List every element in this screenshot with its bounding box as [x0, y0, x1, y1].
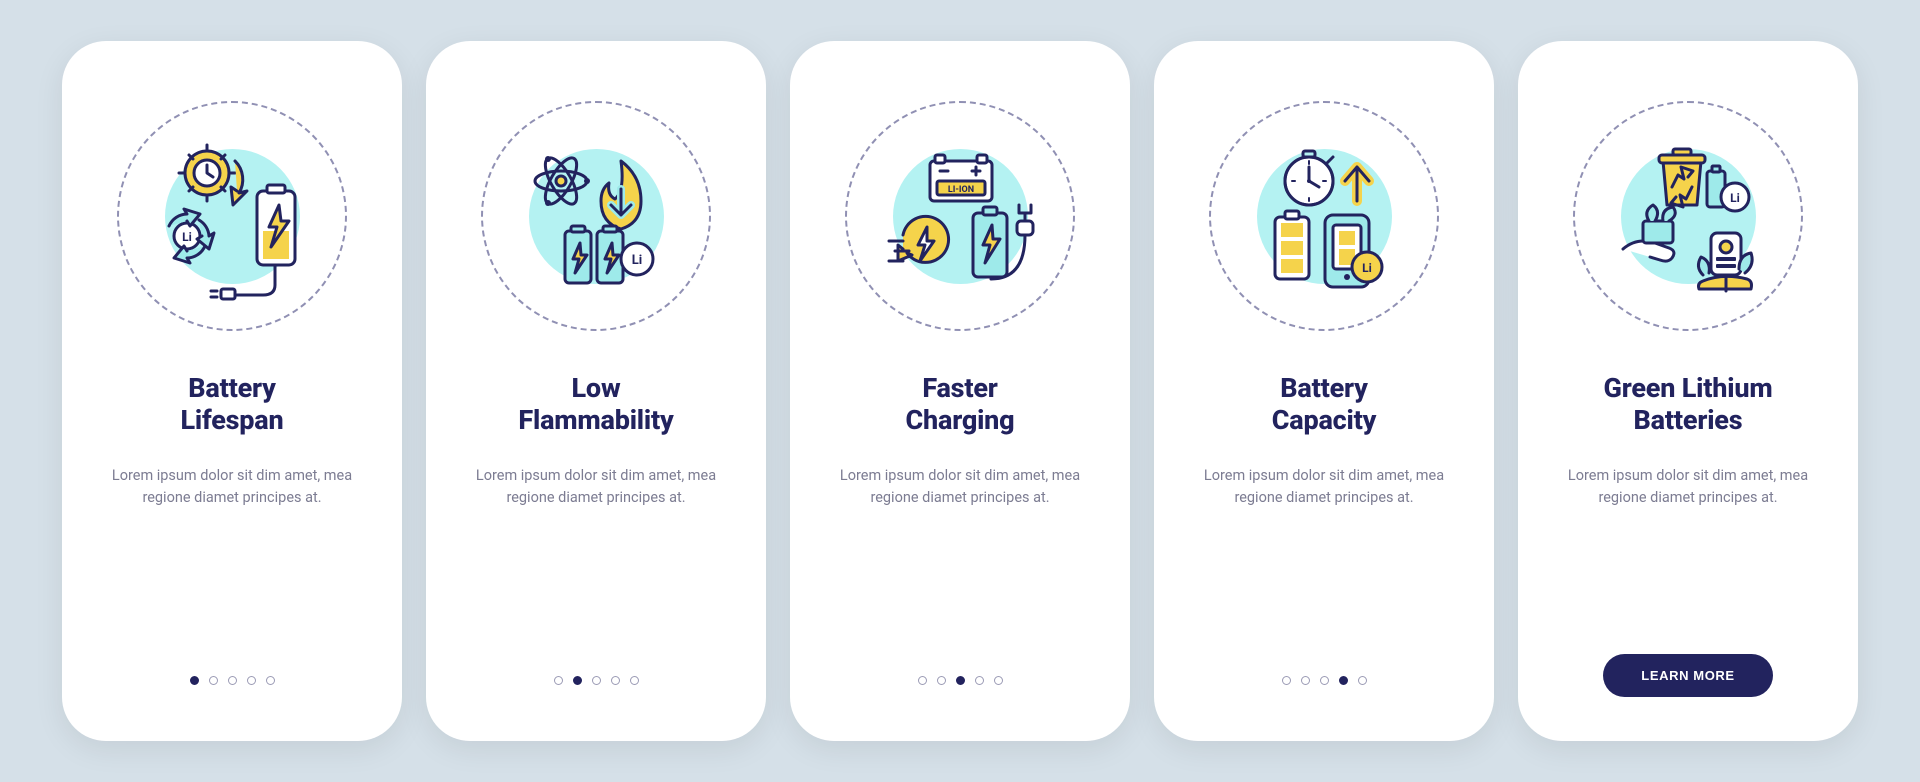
dot[interactable] [228, 676, 237, 685]
onboarding-card: Li Green Lithi [1518, 41, 1858, 741]
card-description: Lorem ipsum dolor sit dim amet, mea regi… [102, 465, 362, 510]
dot[interactable] [994, 676, 1003, 685]
title-line2: Batteries [1634, 404, 1743, 436]
battery-lifespan-icon: Li [147, 131, 317, 301]
svg-text:Li: Li [1362, 261, 1372, 275]
learn-more-button[interactable]: LEARN MORE [1603, 654, 1772, 697]
dot[interactable] [1282, 676, 1291, 685]
title-line1: Battery [1280, 372, 1368, 404]
title-line2: Charging [906, 404, 1015, 436]
dot[interactable] [918, 676, 927, 685]
green-lithium-icon: Li [1603, 131, 1773, 301]
dot[interactable] [247, 676, 256, 685]
svg-text:LI-ION: LI-ION [948, 185, 974, 195]
dot[interactable] [630, 676, 639, 685]
dot[interactable] [266, 676, 275, 685]
card-title: Low Flammability [518, 373, 673, 437]
dot[interactable] [592, 676, 601, 685]
title-line1: Low [572, 372, 621, 404]
dot[interactable] [209, 676, 218, 685]
dot[interactable] [1320, 676, 1329, 685]
battery-capacity-icon: Li [1239, 131, 1409, 301]
card-title: Battery Lifespan [180, 373, 283, 437]
title-line1: Battery [188, 372, 276, 404]
illustration-wrap: Li [117, 101, 347, 331]
card-description: Lorem ipsum dolor sit dim amet, mea regi… [1194, 465, 1454, 510]
card-description: Lorem ipsum dolor sit dim amet, mea regi… [1558, 465, 1818, 510]
low-flammability-icon: Li [511, 131, 681, 301]
card-title: Battery Capacity [1272, 373, 1376, 437]
onboarding-card: Li Battery Capacity Lorem ipsum dolor si… [1154, 41, 1494, 741]
svg-text:Li: Li [632, 253, 642, 268]
card-title: Green Lithium Batteries [1604, 373, 1773, 437]
dot[interactable] [956, 676, 965, 685]
svg-text:Li: Li [182, 230, 192, 244]
dot[interactable] [611, 676, 620, 685]
onboarding-card: LI-ION [790, 41, 1130, 741]
title-line2: Capacity [1272, 404, 1376, 436]
dot[interactable] [937, 676, 946, 685]
illustration-wrap: LI-ION [845, 101, 1075, 331]
dot[interactable] [554, 676, 563, 685]
pagination-dots [190, 676, 275, 685]
card-title: Faster Charging [906, 373, 1015, 437]
svg-text:Li: Li [1730, 191, 1740, 205]
pagination-dots [1282, 676, 1367, 685]
pagination-dots [918, 676, 1003, 685]
faster-charging-icon: LI-ION [875, 131, 1045, 301]
illustration-wrap: Li [481, 101, 711, 331]
dot[interactable] [1301, 676, 1310, 685]
dot[interactable] [573, 676, 582, 685]
title-line2: Lifespan [180, 404, 283, 436]
dot[interactable] [1358, 676, 1367, 685]
title-line1: Faster [922, 372, 997, 404]
title-line2: Flammability [518, 404, 673, 436]
dot[interactable] [975, 676, 984, 685]
title-line1: Green Lithium [1604, 372, 1773, 404]
card-description: Lorem ipsum dolor sit dim amet, mea regi… [466, 465, 726, 510]
dot[interactable] [1339, 676, 1348, 685]
illustration-wrap: Li [1209, 101, 1439, 331]
pagination-dots [554, 676, 639, 685]
onboarding-card: Li Battery Li [62, 41, 402, 741]
onboarding-row: Li Battery Li [32, 1, 1888, 781]
dot[interactable] [190, 676, 199, 685]
onboarding-card: Li Low Flammability Lorem ipsum dolor si… [426, 41, 766, 741]
illustration-wrap: Li [1573, 101, 1803, 331]
card-description: Lorem ipsum dolor sit dim amet, mea regi… [830, 465, 1090, 510]
